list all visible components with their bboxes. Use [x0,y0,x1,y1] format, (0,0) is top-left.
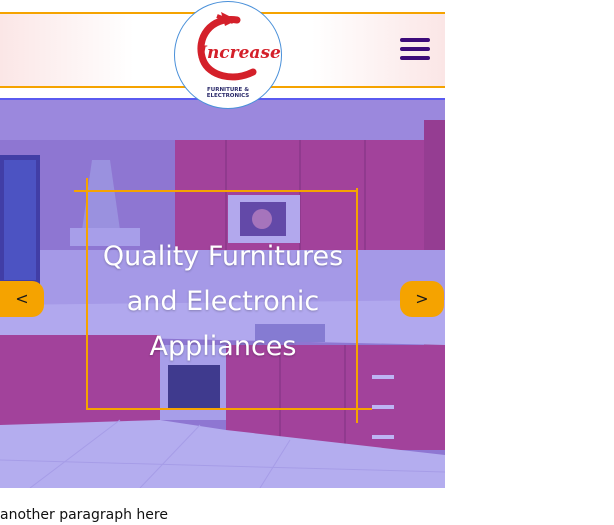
hero-title-line: Appliances [149,331,297,362]
hero-title-line: Quality Furnitures [102,241,344,272]
body-paragraph: another paragraph here [0,507,168,523]
slider-next-button[interactable]: > [400,281,444,317]
logo-tagline: FURNITURE & ELECTRONICS [206,87,250,99]
hero-frame-line [86,408,372,410]
logo-brand-text: Increase [198,43,281,63]
slider-prev-button[interactable]: < [0,281,44,317]
hamburger-menu-icon[interactable] [400,38,430,60]
hero-title: Quality Furnitures and Electronic Applia… [90,234,356,369]
hero-frame-line [74,190,358,192]
hero-frame-line [356,188,358,423]
hero-title-line: and Electronic [126,286,320,317]
brand-logo[interactable]: Increase FURNITURE & ELECTRONICS [174,1,282,109]
site-header: Increase FURNITURE & ELECTRONICS [0,0,445,109]
hero-frame-line [86,178,88,410]
